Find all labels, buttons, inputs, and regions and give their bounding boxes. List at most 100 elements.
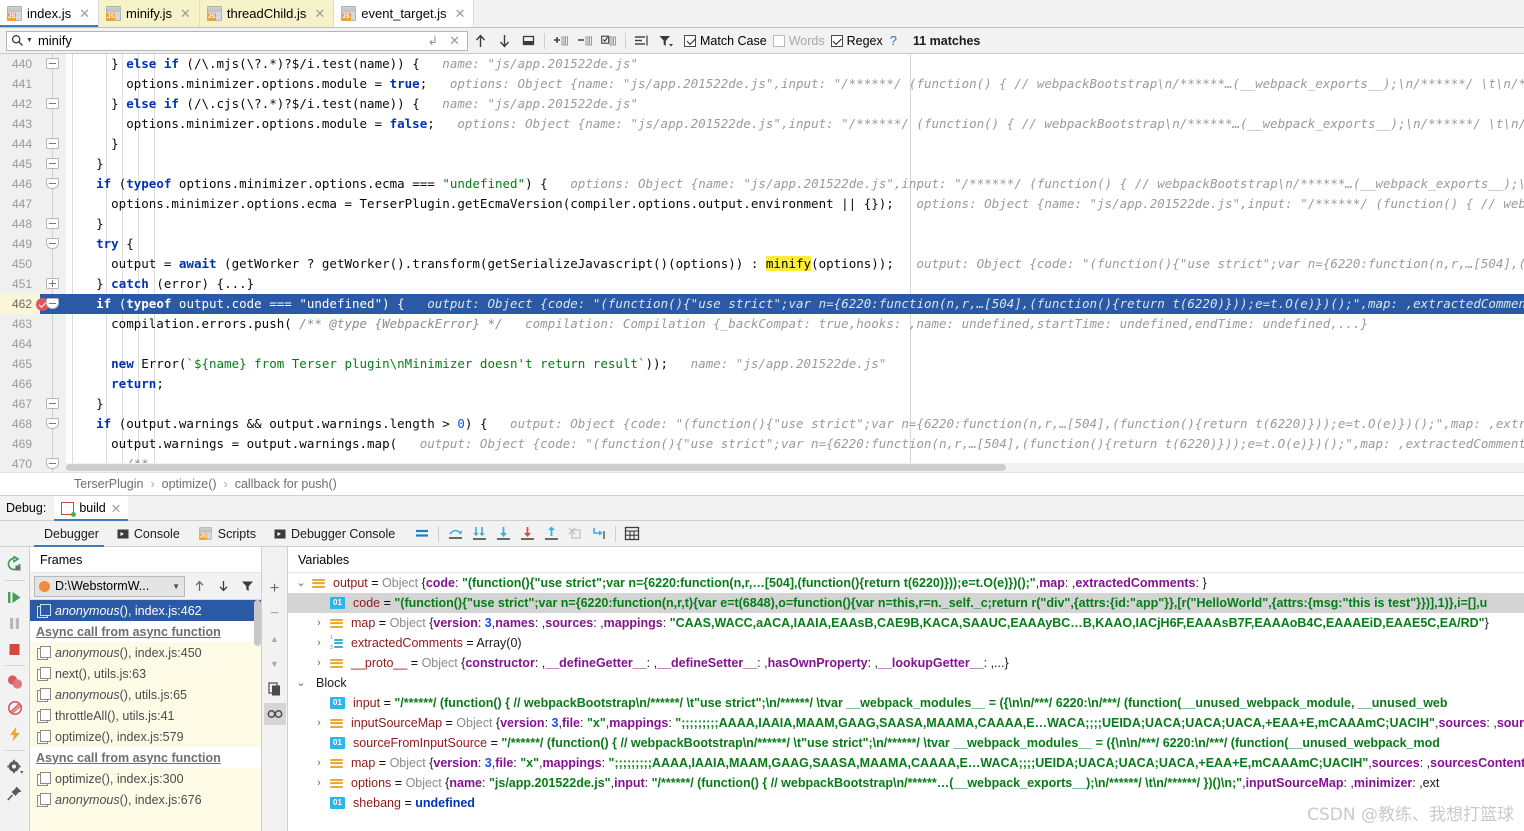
lightning-icon[interactable] [1,721,29,747]
copy-value-button[interactable] [264,678,286,700]
variable-row[interactable]: › map = Object {version: 3,file: "x",mapp… [288,753,1524,773]
editor-tab-minify-js[interactable]: minify.js ✕ [98,0,200,27]
editor-lines[interactable]: 440 } else if (/\.mjs(\?.*)?$/i.test(nam… [0,54,1524,472]
chevron-down-icon[interactable]: ▼ [172,582,180,591]
code-line[interactable]: 450 output = await (getWorker ? getWorke… [0,254,1524,274]
code-line[interactable]: 449 try { [0,234,1524,254]
code-line[interactable]: 465 new Error(`${name} from Terser plugi… [0,354,1524,374]
tab-debugger[interactable]: Debugger [30,521,108,547]
chevron-right-icon[interactable]: › [312,753,326,773]
remove-occurrence-button[interactable] [573,30,597,52]
fold-plus-icon[interactable] [46,278,59,289]
variable-row[interactable]: › extractedComments = Array(0) [288,633,1524,653]
select-all-occurrences-button[interactable] [516,30,540,52]
find-previous-button[interactable] [468,30,492,52]
step-into-icon[interactable] [467,523,491,545]
variable-row[interactable]: 01 code = "(function(){"use strict";var n… [288,593,1524,613]
close-icon[interactable]: ✕ [314,6,325,22]
code-line[interactable]: 467 } [0,394,1524,414]
fold-arrow-icon[interactable] [46,178,59,189]
code-line[interactable]: 468 if (output.warnings && output.warnin… [0,414,1524,434]
run-to-cursor-icon[interactable] [587,523,611,545]
close-icon[interactable]: ✕ [79,6,90,22]
move-up-button[interactable]: ▲ [264,628,286,650]
search-history-icon[interactable]: ▼ [26,37,33,44]
variable-row[interactable]: 01 shebang = undefined [288,793,1524,813]
select-all-matches-button[interactable] [597,30,621,52]
close-icon[interactable]: ✕ [455,6,466,22]
frames-scrollbar-thumb[interactable] [254,600,261,646]
close-icon[interactable]: ✕ [111,501,121,516]
frames-list[interactable]: anonymous(), index.js:462 Async call from… [30,600,261,831]
code-line[interactable]: 464 [0,334,1524,354]
editor-tab-index-js[interactable]: index.js ✕ [0,0,99,27]
code-line[interactable]: 463 compilation.errors.push( /** @type {… [0,314,1524,334]
view-breakpoints-button[interactable] [1,669,29,695]
fold-minus-icon[interactable] [46,158,59,169]
variable-row[interactable]: ⌄ Block [288,673,1524,693]
code-line[interactable]: 462 if (typeof output.code === "undefine… [0,294,1524,314]
fold-minus-icon[interactable] [46,398,59,409]
breadcrumb[interactable]: TerserPlugin › optimize() › callback for pus… [0,472,1524,496]
variable-row[interactable]: › map = Object {version: 3,names: ,source… [288,613,1524,633]
frame-item[interactable]: next(), utils.js:63 [30,663,261,684]
drop-frame-icon[interactable] [563,523,587,545]
frame-item[interactable]: optimize(), index.js:300 [30,768,261,789]
code-line[interactable]: 440 } else if (/\.mjs(\?.*)?$/i.test(nam… [0,54,1524,74]
code-line[interactable]: 446 if (typeof options.minimizer.options… [0,174,1524,194]
fold-minus-icon[interactable] [46,58,59,69]
close-icon[interactable]: ✕ [446,33,463,49]
add-occurrence-button[interactable] [549,30,573,52]
editor-horizontal-scrollbar[interactable] [66,463,1524,472]
variable-row[interactable]: › options = Object {name: "js/app.201522d… [288,773,1524,793]
chevron-right-icon[interactable]: › [312,633,326,653]
frames-filter-button[interactable] [237,575,257,597]
code-line[interactable]: 441 options.minimizer.options.module = t… [0,74,1524,94]
fold-arrow-icon[interactable] [46,298,59,309]
tab-console[interactable]: Console [108,521,189,547]
fold-arrow-icon[interactable] [46,458,59,469]
code-line[interactable]: 443 options.minimizer.options.module = f… [0,114,1524,134]
rerun-button[interactable] [1,551,29,577]
breadcrumb-item[interactable]: optimize() [162,477,217,491]
editor-tab-threadChild-js[interactable]: threadChild.js ✕ [199,0,335,27]
variables-list[interactable]: ⌄ output = Object {code: "(function(){"us… [288,573,1524,831]
frame-item[interactable]: throttleAll(), utils.js:41 [30,705,261,726]
chevron-right-icon[interactable]: › [312,773,326,793]
chevron-right-icon[interactable]: › [312,653,326,673]
code-line[interactable]: 466 return; [0,374,1524,394]
step-out-icon[interactable] [539,523,563,545]
resume-program-button[interactable] [1,584,29,610]
code-line[interactable]: 442 } else if (/\.cjs(\?.*)?$/i.test(nam… [0,94,1524,114]
words-checkbox[interactable]: Words [772,34,825,48]
frame-item[interactable]: anonymous(), index.js:450 [30,642,261,663]
fold-minus-icon[interactable] [46,98,59,109]
stop-button[interactable] [1,636,29,662]
chevron-right-icon[interactable]: › [312,713,326,733]
mute-breakpoints-button[interactable] [1,695,29,721]
remove-watch-button[interactable]: − [264,603,286,625]
find-in-selection-button[interactable] [630,30,654,52]
chevron-right-icon[interactable]: › [312,613,326,633]
filter-button[interactable] [654,30,678,52]
close-icon[interactable]: ✕ [180,6,191,22]
fold-minus-icon[interactable] [46,138,59,149]
breadcrumb-item[interactable]: TerserPlugin [74,477,143,491]
variable-row[interactable]: › __proto__ = Object {constructor: ,__def… [288,653,1524,673]
debug-session-tab[interactable]: build ✕ [54,495,129,521]
gear-icon[interactable] [1,754,29,780]
pin-icon[interactable] [1,780,29,806]
add-watch-button[interactable]: + [264,578,286,600]
frames-up-button[interactable] [189,575,209,597]
breadcrumb-item[interactable]: callback for push() [235,477,337,491]
variable-row[interactable]: 01 sourceFromInputSource = "/******/ (fun… [288,733,1524,753]
step-over-icon[interactable] [443,523,467,545]
editor-tab-event_target-js[interactable]: event_target.js ✕ [334,0,475,27]
frame-item[interactable]: optimize(), index.js:579 [30,726,261,747]
code-line[interactable]: 448 } [0,214,1524,234]
match-case-checkbox[interactable]: Match Case [684,34,767,48]
search-input[interactable]: ▼ minify ↲ ✕ [6,30,468,51]
search-input-value[interactable]: minify [38,33,419,48]
layout-settings-icon[interactable] [410,523,434,545]
fold-minus-icon[interactable] [46,218,59,229]
